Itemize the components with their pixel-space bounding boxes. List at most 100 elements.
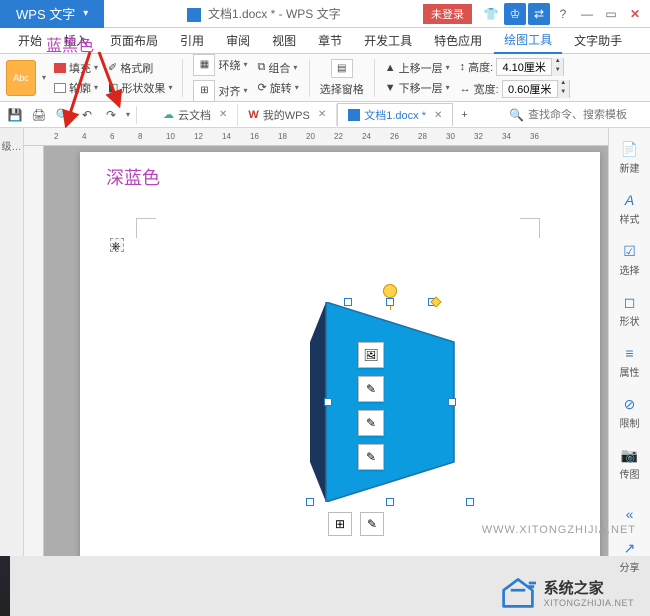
watermark-text: WWW.XITONGZHIJIA.NET xyxy=(482,524,636,536)
rp-restrict[interactable]: ⊘限制 xyxy=(620,391,640,434)
height-row: ↕ 高度: ▲▼ xyxy=(458,57,572,77)
doc-tab-mywps[interactable]: W 我的WPS ✕ xyxy=(238,104,337,126)
resize-handle-tl[interactable] xyxy=(344,298,352,306)
tab-drawing-tools[interactable]: 绘图工具 xyxy=(494,27,562,54)
ribbon-separator xyxy=(374,59,375,97)
rotate-handle[interactable] xyxy=(383,284,397,298)
shape-style-gallery[interactable]: Abc xyxy=(6,60,36,96)
cloud-icon: ☁ xyxy=(163,108,174,121)
doc-tab-add-button[interactable]: + xyxy=(453,106,475,124)
bring-forward-button[interactable]: ▲ 上移一层▾ xyxy=(383,59,452,77)
mini-style-button[interactable]: ✎ xyxy=(358,444,384,470)
qat-print-button[interactable]: 🖨 xyxy=(30,106,48,124)
tab-close-icon[interactable]: ✕ xyxy=(219,109,227,120)
rotate-button[interactable]: ⟳ 旋转▾ xyxy=(255,79,300,97)
rotate-label: 旋转 xyxy=(270,80,292,96)
selected-shape[interactable] xyxy=(310,302,470,502)
ruler-tick: 8 xyxy=(138,132,166,141)
rp-style[interactable]: A样式 xyxy=(620,187,640,230)
qat-more-icon[interactable]: ▾ xyxy=(126,110,130,119)
qat-save-button[interactable]: 💾 xyxy=(6,106,24,124)
tab-text-helper[interactable]: 文字助手 xyxy=(564,28,632,53)
doc-tab-current[interactable]: 文档1.docx * ✕ xyxy=(337,103,453,126)
rp-upload-img[interactable]: 📷传图 xyxy=(620,442,640,485)
height-down[interactable]: ▼ xyxy=(551,67,563,76)
ruler-horizontal[interactable]: 2 4 6 8 10 12 14 16 18 20 22 24 26 28 30… xyxy=(24,128,608,146)
wrap-label: 环绕 xyxy=(218,57,240,73)
search-icon[interactable]: 🔍 xyxy=(509,108,524,122)
resize-handle-bl[interactable] xyxy=(306,498,314,506)
mini-effect-button[interactable]: ✎ xyxy=(358,410,384,436)
width-down[interactable]: ▼ xyxy=(557,89,569,98)
tab-close-icon[interactable]: ✕ xyxy=(434,110,442,121)
new-icon: 📄 xyxy=(621,140,639,158)
tab-section[interactable]: 章节 xyxy=(308,28,352,53)
mini-fill-button[interactable]: 🖼 xyxy=(358,342,384,368)
send-backward-button[interactable]: ▼ 下移一层▾ xyxy=(383,79,452,97)
minimize-button[interactable]: — xyxy=(576,3,598,25)
command-search-input[interactable] xyxy=(528,109,638,121)
command-search: 🔍 xyxy=(482,108,644,122)
anchor-icon: ⎈ xyxy=(110,238,124,252)
doc-tab-cloud[interactable]: ☁ 云文档 ✕ xyxy=(153,104,238,126)
width-input[interactable] xyxy=(503,83,557,95)
title-actions: 👕 ♔ ⇄ ? — ▭ ✕ xyxy=(480,3,650,25)
qat-separator xyxy=(136,106,137,124)
rp-new[interactable]: 📄新建 xyxy=(620,136,640,179)
rp-shape[interactable]: ◻形状 xyxy=(620,289,640,332)
app-menu-button[interactable]: WPS 文字 ▾ xyxy=(0,0,104,28)
maximize-button[interactable]: ▭ xyxy=(600,3,622,25)
align-icon: ⊞ xyxy=(193,80,215,102)
height-input[interactable] xyxy=(497,61,551,73)
resize-handle-br[interactable] xyxy=(466,498,474,506)
crown-icon[interactable]: ♔ xyxy=(504,3,526,25)
height-up[interactable]: ▲ xyxy=(551,58,563,67)
collapse-icon: « xyxy=(621,505,639,523)
tab-references[interactable]: 引用 xyxy=(170,28,214,53)
skin-icon[interactable]: 👕 xyxy=(480,3,502,25)
tab-view[interactable]: 视图 xyxy=(262,28,306,53)
login-badge[interactable]: 未登录 xyxy=(423,4,472,24)
tab-special[interactable]: 特色应用 xyxy=(424,28,492,53)
tab-close-icon[interactable]: ✕ xyxy=(318,109,326,120)
layout-edit-button[interactable]: ✎ xyxy=(360,512,384,536)
layout-options-button[interactable]: ⊞ xyxy=(328,512,352,536)
resize-handle-left[interactable] xyxy=(324,398,332,406)
group-button[interactable]: ⧉ 组合▾ xyxy=(255,59,300,77)
resize-handle-right[interactable] xyxy=(448,398,456,406)
width-up[interactable]: ▲ xyxy=(557,80,569,89)
width-row: ↔ 宽度: ▲▼ xyxy=(458,79,572,99)
resize-handle-bottom[interactable] xyxy=(386,498,394,506)
format-painter-label: 格式刷 xyxy=(120,60,153,76)
ruler-tick: 22 xyxy=(334,132,362,141)
ruler-tick: 30 xyxy=(446,132,474,141)
help-icon[interactable]: ? xyxy=(552,3,574,25)
ruler-tick: 6 xyxy=(110,132,138,141)
selection-pane-button[interactable]: ▤ 选择窗格 xyxy=(318,58,366,98)
width-stepper[interactable]: ▲▼ xyxy=(502,80,570,98)
trapezoid-shape[interactable] xyxy=(310,302,470,502)
tab-review[interactable]: 审阅 xyxy=(216,28,260,53)
annotation-arrow-2 xyxy=(60,48,110,128)
tab-dev-tools[interactable]: 开发工具 xyxy=(354,28,422,53)
resize-handle-top[interactable] xyxy=(386,298,394,306)
switch-icon[interactable]: ⇄ xyxy=(528,3,550,25)
share-icon: ↗ xyxy=(621,539,639,557)
rp-share[interactable]: ↗分享 xyxy=(620,535,640,578)
height-stepper[interactable]: ▲▼ xyxy=(496,58,564,76)
rp-select[interactable]: ☑选择 xyxy=(620,238,640,281)
page-canvas[interactable]: 深蓝色 ⎈ xyxy=(80,152,600,556)
align-button[interactable]: ⊞ 对齐▾ xyxy=(191,79,249,103)
close-button[interactable]: ✕ xyxy=(624,3,646,25)
footer-house-icon xyxy=(500,574,536,610)
margin-corner-tl xyxy=(136,218,156,238)
ruler-vertical[interactable] xyxy=(24,146,44,556)
rp-props[interactable]: ≡属性 xyxy=(620,340,640,383)
shape-style-caret-icon[interactable]: ▾ xyxy=(42,73,46,82)
document-viewport[interactable]: 2 4 6 8 10 12 14 16 18 20 22 24 26 28 30… xyxy=(24,128,608,556)
wrap-button[interactable]: ▦ 环绕▾ xyxy=(191,53,249,77)
ribbon-separator xyxy=(182,59,183,97)
mini-outline-button[interactable]: ✎ xyxy=(358,376,384,402)
ruler-tick: 4 xyxy=(82,132,110,141)
bring-forward-icon: ▲ xyxy=(385,62,396,74)
